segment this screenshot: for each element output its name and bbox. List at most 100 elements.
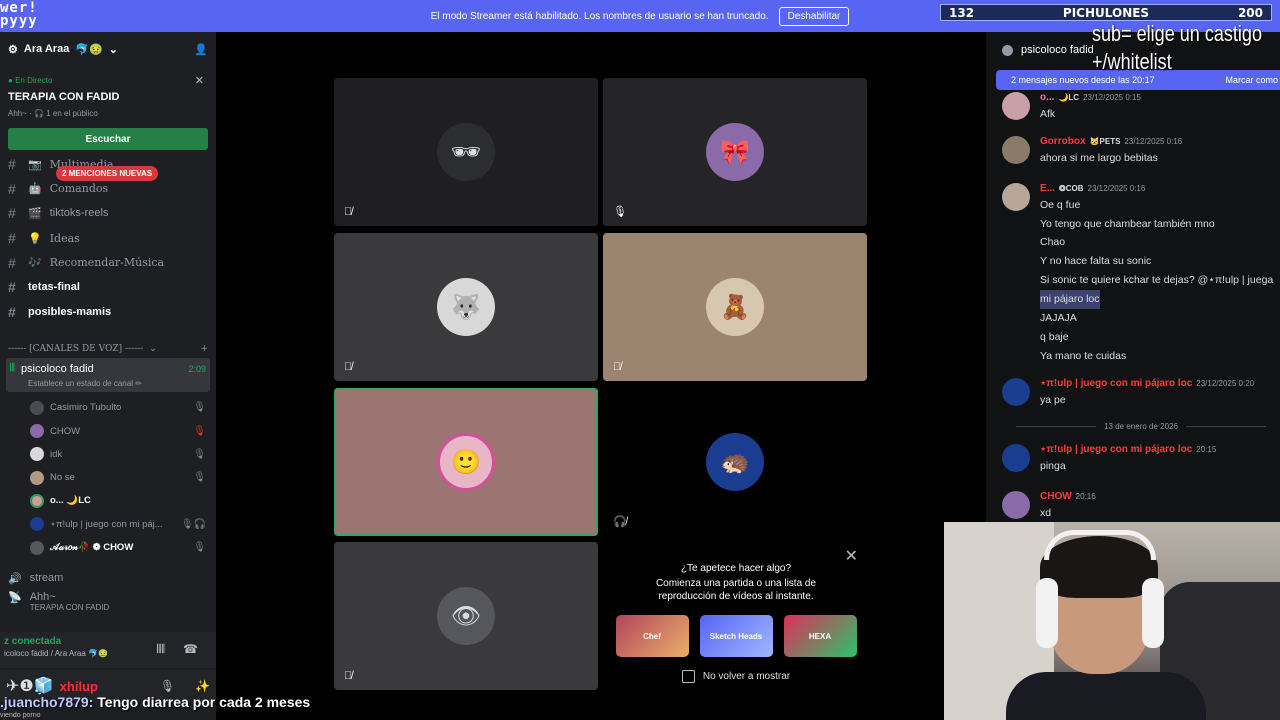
hash-icon: # xyxy=(8,303,16,320)
muted-icon: 🎙 xyxy=(193,542,206,554)
message-mention[interactable]: mi pájaro loc xyxy=(1040,290,1100,310)
avatar xyxy=(30,517,44,532)
overlay-line: sub= elige un castigo xyxy=(1092,21,1263,46)
server-emojis: 🐬🤢 xyxy=(75,43,103,56)
webcam-feed xyxy=(944,522,1280,720)
sound-board-icon[interactable]: ✨ xyxy=(195,679,210,693)
stage-channel-ahh[interactable]: 📡 Ahh~ TERAPIA CON FADID xyxy=(0,591,216,612)
video-tile-4[interactable]: 🧸 🎙̸ xyxy=(603,233,867,381)
disable-button[interactable]: Deshabilitar xyxy=(778,6,850,26)
voice-user[interactable]: idk 🎙 xyxy=(0,443,216,466)
channel-tiktoks-reels[interactable]: # 🎬 tiktoks-reels xyxy=(0,201,216,226)
voice-status[interactable]: Establece un estado de canal ✏ xyxy=(28,379,206,388)
close-icon[interactable]: ✕ xyxy=(845,546,858,566)
message-meta: ⋆π!ulp | juego con mi pájaro loc 20:15 xyxy=(1040,444,1216,455)
message-meta: CHOW 20:16 xyxy=(1040,491,1096,502)
mark-read-button[interactable]: Marcar como leí xyxy=(1225,75,1280,85)
channel-ideas[interactable]: # 💡 Ideas xyxy=(0,226,216,251)
voice-user-name: CHOW xyxy=(50,425,81,437)
mentions-badge[interactable]: 2 MENCIONES NUEVAS xyxy=(56,166,159,181)
counter-goal: 200 xyxy=(1237,5,1263,20)
voice-user[interactable]: No se 🎙 xyxy=(0,466,216,489)
message-text: ahora si me largo bebitas xyxy=(1040,152,1158,164)
muted-icon: 🎙 xyxy=(193,472,206,484)
message-text: Ya mano te cuidas xyxy=(1040,349,1127,362)
voice-user[interactable]: 𝒜𝒶𝓇𝑜𝓃🥀 ❁ CHOW 🎙 xyxy=(0,536,216,559)
voice-channel-psicoloco[interactable]: 𝄃𝄃 psicoloco fadid 2:09 Establece un est… xyxy=(6,358,210,393)
headphone-right xyxy=(1142,578,1164,648)
video-tile-2[interactable]: 🎀 🎙 xyxy=(603,78,867,226)
video-tile-6[interactable]: 🦔 🎧̸ xyxy=(603,388,867,536)
close-icon[interactable]: ✕ xyxy=(195,74,204,87)
viewing-status: viendo porno xyxy=(0,712,41,719)
checkbox-label: No volver a mostrar xyxy=(702,671,791,682)
avatar: 🎀 xyxy=(706,123,764,181)
author[interactable]: ⋆π!ulp | juego con mi pájaro loc xyxy=(1040,444,1192,455)
avatar: 🕶 xyxy=(437,123,495,181)
game-tile[interactable]: Chef xyxy=(615,615,689,657)
avatar xyxy=(1002,136,1030,164)
timestamp: 20:15 xyxy=(1196,445,1217,454)
avatar xyxy=(30,540,44,555)
deafened-icon: 🎧̸ xyxy=(613,516,627,528)
channel-stream[interactable]: 🔊 stream xyxy=(0,565,216,591)
hash-icon: # xyxy=(8,230,16,247)
channel-label: Comandos xyxy=(49,182,109,196)
author[interactable]: CHOW xyxy=(1040,491,1072,502)
game-tile[interactable]: HEXA xyxy=(783,615,857,657)
voice-user[interactable]: o... 🌙LC xyxy=(0,489,216,512)
sub-goal-counter: 132 PICHULONES 200 xyxy=(940,4,1272,21)
message-text: Chao xyxy=(1040,236,1066,249)
listen-button[interactable]: Escuchar xyxy=(8,128,208,150)
video-tile-5-speaking[interactable]: 🙂 xyxy=(334,388,598,536)
message-meta: ⋆π!ulp | juego con mi pájaro loc 23/12/20… xyxy=(1040,378,1254,389)
message-meta: E... ❂COB 23/12/2025 0:16 xyxy=(1040,183,1273,194)
dont-show-again[interactable]: No volver a mostrar xyxy=(604,670,868,683)
disconnect-icon[interactable]: ☎ xyxy=(183,642,198,657)
avatar xyxy=(1002,92,1030,120)
author[interactable]: Gorrobox xyxy=(1040,136,1086,147)
avatar xyxy=(1002,183,1030,211)
author[interactable]: E... xyxy=(1040,183,1055,194)
channel-posibles-mamis[interactable]: # posibles-mamis xyxy=(0,300,216,325)
add-user-icon[interactable]: 👤 xyxy=(194,43,208,56)
channel-tetas-final[interactable]: # tetas-final xyxy=(0,275,216,300)
activity-desc: Comienza una partida o una lista de repr… xyxy=(655,578,817,602)
mic-icon[interactable]: 🎙 xyxy=(160,679,175,693)
voice-category[interactable]: ------ [CANALES DE VOZ] ------ ⌄ + xyxy=(0,336,216,358)
live-title: TERAPIA CON FADID xyxy=(8,91,120,103)
message-lines: Oe q fue Yo tengo que chambear también m… xyxy=(1040,196,1273,365)
voice-user[interactable]: ⋆π!ulp | juego con mi páj... 🎙🎧 xyxy=(0,513,216,536)
stream-chat-line: .juancho7879: Tengo diarrea por cada 2 m… xyxy=(0,694,700,714)
author[interactable]: o... xyxy=(1040,92,1054,103)
voice-user[interactable]: CHOW 🎙 xyxy=(0,419,216,442)
chat-message: o... 🌙LC 23/12/2025 0:15 Afk xyxy=(1002,92,1141,120)
chevron-down-icon: ⌄ xyxy=(149,344,157,355)
voice-user[interactable]: Casimiro Tubulto 🎙 xyxy=(0,396,216,419)
game-tile[interactable]: Sketch Heads xyxy=(699,615,773,657)
badge: 🌙LC xyxy=(1058,93,1080,102)
chat-message: ⋆π!ulp | juego con mi pájaro loc 23/12/20… xyxy=(1002,378,1254,406)
plus-icon[interactable]: + xyxy=(200,344,208,354)
video-tile-7[interactable]: 👁 🎙̸ xyxy=(334,542,598,690)
chat-message: CHOW 20:16 xd xyxy=(1002,491,1096,519)
noise-suppression-icon[interactable]: 𝄃𝄃𝄃 xyxy=(157,642,165,657)
muted-mic-icon: 🎙̸ xyxy=(344,670,353,682)
video-tile-1[interactable]: 🕶 🎙̸ xyxy=(334,78,598,226)
avatar: 👁 xyxy=(437,587,495,645)
author[interactable]: ⋆π!ulp | juego con mi pájaro loc xyxy=(1040,378,1192,389)
chat-bubble-icon xyxy=(1002,44,1013,56)
video-tile-3[interactable]: 🐺 🎙̸ xyxy=(334,233,598,381)
hash-icon: # xyxy=(8,254,16,271)
muted-deafened-icon: 🎙🎧 xyxy=(180,518,206,530)
user-name[interactable]: xhilup xyxy=(60,679,98,694)
channel-recomendar-musica[interactable]: # 🎶 Recomendar-Música xyxy=(0,250,216,275)
gear-icon: ⚙ xyxy=(8,43,18,56)
voice-user-name: 𝒜𝒶𝓇𝑜𝓃🥀 ❁ CHOW xyxy=(50,542,134,554)
activity-title: ¿Te apetece hacer algo? xyxy=(680,563,792,574)
chat-title: psicoloco fadid xyxy=(1021,44,1094,56)
counter-current: 132 xyxy=(949,5,975,20)
server-header[interactable]: ⚙ Ara Araa 🐬🤢 ⌄ 👤 xyxy=(0,32,216,66)
checkbox[interactable] xyxy=(681,670,695,683)
date-divider: 13 de enero de 2026 xyxy=(1016,422,1266,431)
